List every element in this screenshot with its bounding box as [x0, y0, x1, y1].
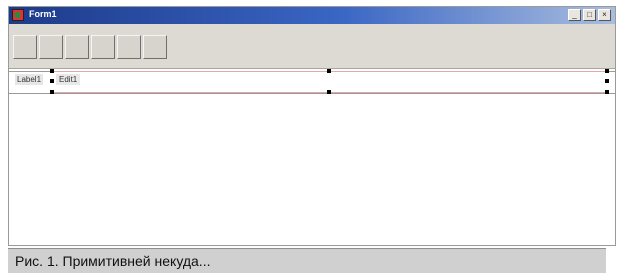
maximize-button[interactable]: □: [583, 9, 596, 21]
label-field[interactable]: Label1: [15, 74, 44, 85]
toolbar-button-1[interactable]: [13, 35, 37, 59]
selection-handle[interactable]: [50, 69, 54, 73]
selection-handle[interactable]: [605, 90, 609, 94]
toolbar-buttons: [13, 35, 169, 59]
toolbar-button-2[interactable]: [39, 35, 63, 59]
selection-handle[interactable]: [50, 90, 54, 94]
toolbar-button-5[interactable]: [117, 35, 141, 59]
app-window: Form1 _ □ × Label1 Edit1: [8, 6, 616, 246]
window-title: Form1: [29, 9, 57, 19]
toolbar-button-4[interactable]: [91, 35, 115, 59]
app-icon: [12, 9, 24, 21]
toolbar-button-6[interactable]: [143, 35, 167, 59]
edit-field[interactable]: Edit1: [56, 74, 81, 85]
figure-caption: Рис. 1. Примитивней некуда...: [8, 248, 606, 273]
selection-handle[interactable]: [50, 79, 54, 83]
selection-handle[interactable]: [327, 69, 331, 73]
selection-handle[interactable]: [605, 79, 609, 83]
form-design-area[interactable]: Label1 Edit1: [9, 69, 615, 245]
selection-handle[interactable]: [327, 90, 331, 94]
close-button[interactable]: ×: [598, 9, 611, 21]
toolbar: [9, 24, 615, 69]
title-bar[interactable]: Form1 _ □ ×: [9, 7, 615, 24]
selection-handle[interactable]: [605, 69, 609, 73]
toolbar-button-3[interactable]: [65, 35, 89, 59]
caption-buttons: _ □ ×: [568, 9, 611, 21]
minimize-button[interactable]: _: [568, 9, 581, 21]
row-divider-bottom: [9, 93, 615, 94]
